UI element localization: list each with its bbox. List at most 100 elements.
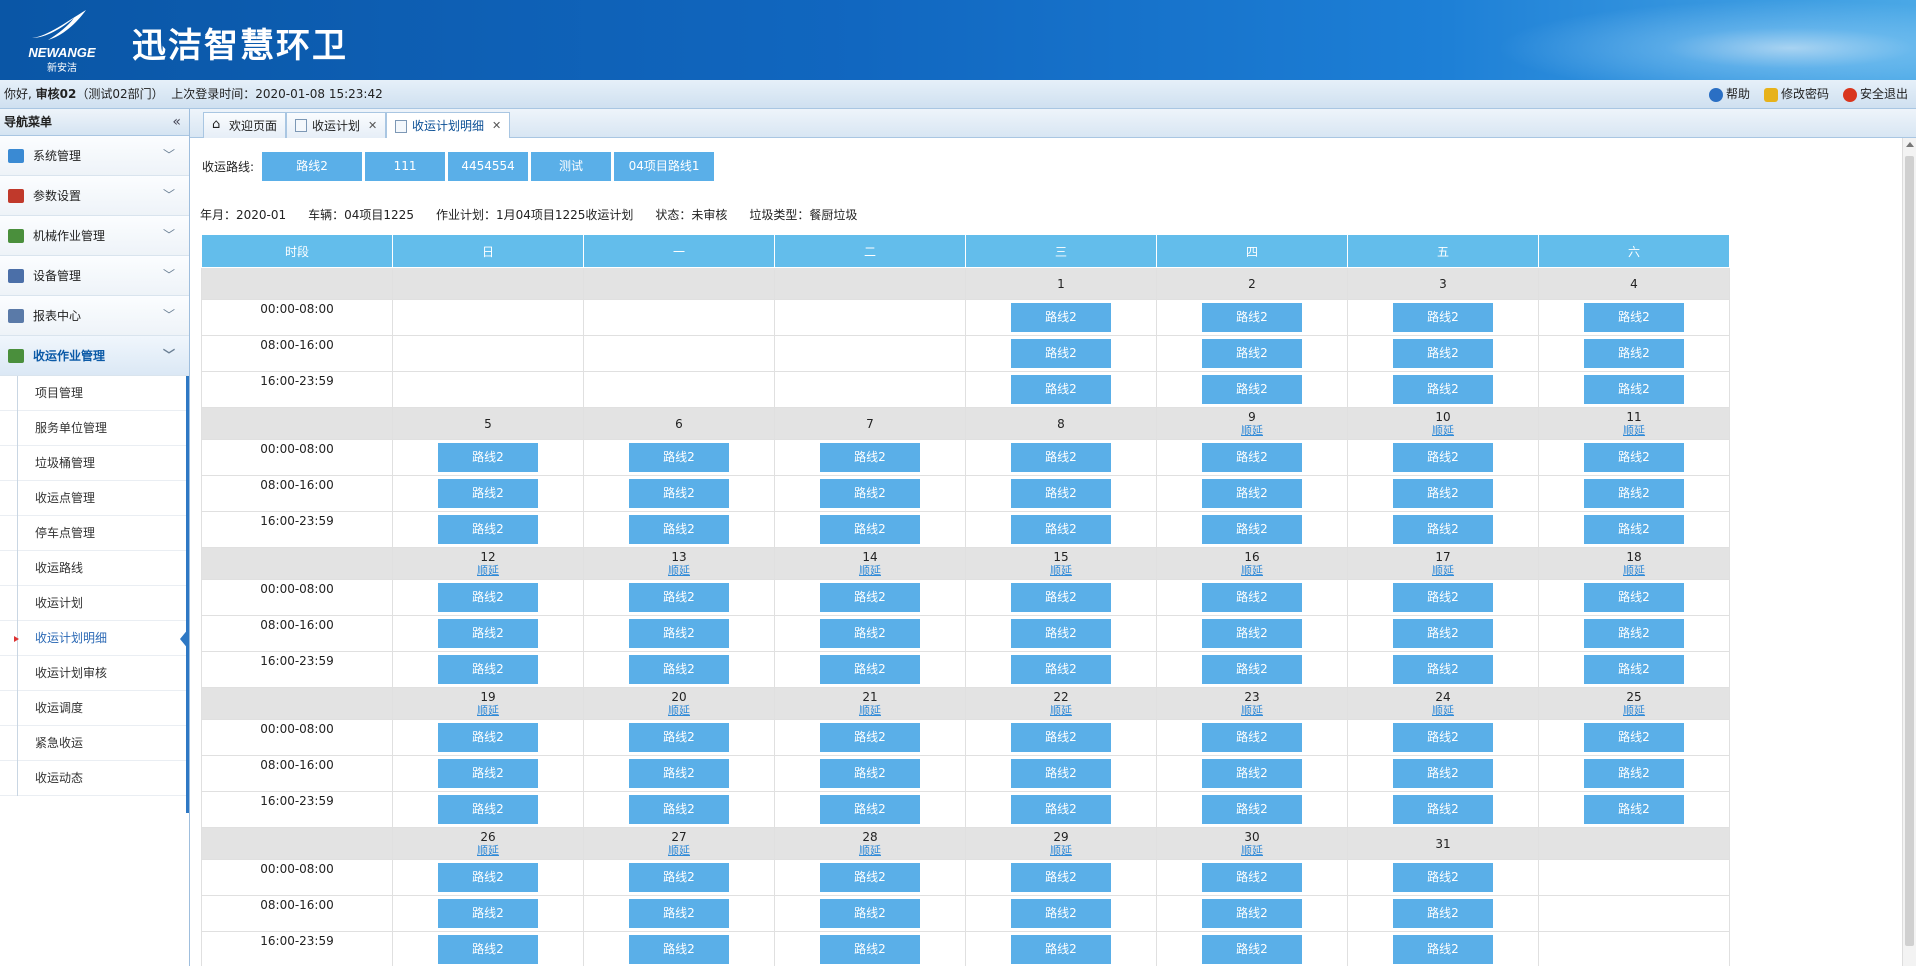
route-button[interactable]: 测试 [531, 152, 612, 181]
route-assignment-button[interactable]: 路线2 [1584, 655, 1684, 684]
route-assignment-button[interactable]: 路线2 [820, 759, 920, 788]
route-assignment-button[interactable]: 路线2 [438, 515, 538, 544]
postpone-link[interactable]: 顺延 [1539, 564, 1729, 578]
route-assignment-button[interactable]: 路线2 [438, 723, 538, 752]
route-assignment-button[interactable]: 路线2 [1584, 795, 1684, 824]
submenu-item[interactable]: 服务单位管理 [0, 411, 186, 446]
submenu-item[interactable]: 收运计划审核 [0, 656, 186, 691]
route-assignment-button[interactable]: 路线2 [438, 759, 538, 788]
submenu-item[interactable]: 停车点管理 [0, 516, 186, 551]
route-assignment-button[interactable]: 路线2 [629, 795, 729, 824]
menu-group-3[interactable]: 机械作业管理 ﹀ [0, 216, 189, 256]
route-assignment-button[interactable]: 路线2 [629, 759, 729, 788]
postpone-link[interactable]: 顺延 [1157, 844, 1347, 858]
submenu-item[interactable]: 收运动态 [0, 761, 186, 796]
route-assignment-button[interactable]: 路线2 [1393, 759, 1493, 788]
route-assignment-button[interactable]: 路线2 [438, 479, 538, 508]
route-assignment-button[interactable]: 路线2 [1584, 515, 1684, 544]
route-assignment-button[interactable]: 路线2 [1202, 863, 1302, 892]
menu-group-1[interactable]: 系统管理 ﹀ [0, 136, 189, 176]
route-assignment-button[interactable]: 路线2 [1202, 935, 1302, 964]
postpone-link[interactable]: 顺延 [584, 844, 774, 858]
route-assignment-button[interactable]: 路线2 [1202, 655, 1302, 684]
route-assignment-button[interactable]: 路线2 [1202, 795, 1302, 824]
route-assignment-button[interactable]: 路线2 [1584, 759, 1684, 788]
postpone-link[interactable]: 顺延 [584, 564, 774, 578]
menu-group-5[interactable]: 报表中心 ﹀ [0, 296, 189, 336]
route-assignment-button[interactable]: 路线2 [1011, 863, 1111, 892]
route-assignment-button[interactable]: 路线2 [1011, 619, 1111, 648]
route-assignment-button[interactable]: 路线2 [1393, 583, 1493, 612]
route-assignment-button[interactable]: 路线2 [629, 515, 729, 544]
route-assignment-button[interactable]: 路线2 [629, 583, 729, 612]
route-assignment-button[interactable]: 路线2 [1202, 515, 1302, 544]
route-assignment-button[interactable]: 路线2 [820, 723, 920, 752]
route-assignment-button[interactable]: 路线2 [1393, 795, 1493, 824]
route-assignment-button[interactable]: 路线2 [820, 935, 920, 964]
route-assignment-button[interactable]: 路线2 [1393, 899, 1493, 928]
route-assignment-button[interactable]: 路线2 [1584, 339, 1684, 368]
route-assignment-button[interactable]: 路线2 [629, 479, 729, 508]
postpone-link[interactable]: 顺延 [966, 844, 1156, 858]
route-assignment-button[interactable]: 路线2 [820, 655, 920, 684]
route-assignment-button[interactable]: 路线2 [820, 479, 920, 508]
postpone-link[interactable]: 顺延 [584, 704, 774, 718]
postpone-link[interactable]: 顺延 [393, 704, 583, 718]
route-assignment-button[interactable]: 路线2 [438, 583, 538, 612]
postpone-link[interactable]: 顺延 [775, 844, 965, 858]
route-assignment-button[interactable]: 路线2 [1202, 759, 1302, 788]
route-assignment-button[interactable]: 路线2 [1584, 303, 1684, 332]
postpone-link[interactable]: 顺延 [393, 844, 583, 858]
route-assignment-button[interactable]: 路线2 [1011, 795, 1111, 824]
route-assignment-button[interactable]: 路线2 [438, 619, 538, 648]
route-assignment-button[interactable]: 路线2 [1202, 479, 1302, 508]
route-assignment-button[interactable]: 路线2 [1202, 443, 1302, 472]
route-assignment-button[interactable]: 路线2 [1011, 375, 1111, 404]
route-assignment-button[interactable]: 路线2 [629, 723, 729, 752]
tab-plan-detail[interactable]: 收运计划明细 ✕ [386, 112, 511, 139]
route-assignment-button[interactable]: 路线2 [1584, 723, 1684, 752]
route-assignment-button[interactable]: 路线2 [629, 655, 729, 684]
route-assignment-button[interactable]: 路线2 [1202, 899, 1302, 928]
submenu-item[interactable]: 收运计划 [0, 586, 186, 621]
route-assignment-button[interactable]: 路线2 [1202, 723, 1302, 752]
route-assignment-button[interactable]: 路线2 [1393, 375, 1493, 404]
route-assignment-button[interactable]: 路线2 [1011, 899, 1111, 928]
route-assignment-button[interactable]: 路线2 [438, 899, 538, 928]
route-assignment-button[interactable]: 路线2 [820, 795, 920, 824]
route-assignment-button[interactable]: 路线2 [1011, 723, 1111, 752]
route-assignment-button[interactable]: 路线2 [1202, 619, 1302, 648]
route-assignment-button[interactable]: 路线2 [1011, 443, 1111, 472]
route-assignment-button[interactable]: 路线2 [1011, 759, 1111, 788]
route-assignment-button[interactable]: 路线2 [1393, 619, 1493, 648]
menu-group-4[interactable]: 设备管理 ﹀ [0, 256, 189, 296]
route-button[interactable]: 路线2 [262, 152, 363, 181]
route-assignment-button[interactable]: 路线2 [1393, 723, 1493, 752]
route-assignment-button[interactable]: 路线2 [438, 443, 538, 472]
postpone-link[interactable]: 顺延 [1348, 704, 1538, 718]
route-assignment-button[interactable]: 路线2 [820, 443, 920, 472]
help-button[interactable]: 帮助 [1708, 80, 1750, 109]
postpone-link[interactable]: 顺延 [1157, 424, 1347, 438]
submenu-item[interactable]: 项目管理 [0, 376, 186, 411]
logout-button[interactable]: 安全退出 [1842, 80, 1908, 109]
menu-group-6[interactable]: 收运作业管理 ﹀ [0, 336, 189, 376]
route-assignment-button[interactable]: 路线2 [629, 443, 729, 472]
route-assignment-button[interactable]: 路线2 [1393, 655, 1493, 684]
submenu-item[interactable]: 收运调度 [0, 691, 186, 726]
postpone-link[interactable]: 顺延 [775, 704, 965, 718]
route-assignment-button[interactable]: 路线2 [820, 863, 920, 892]
postpone-link[interactable]: 顺延 [966, 564, 1156, 578]
route-assignment-button[interactable]: 路线2 [1393, 515, 1493, 544]
route-assignment-button[interactable]: 路线2 [1011, 655, 1111, 684]
scroll-up-icon[interactable] [1906, 142, 1914, 147]
route-assignment-button[interactable]: 路线2 [438, 935, 538, 964]
route-assignment-button[interactable]: 路线2 [1011, 479, 1111, 508]
submenu-item[interactable]: 垃圾桶管理 [0, 446, 186, 481]
route-assignment-button[interactable]: 路线2 [629, 863, 729, 892]
route-assignment-button[interactable]: 路线2 [1393, 339, 1493, 368]
change-password-button[interactable]: 修改密码 [1763, 80, 1829, 109]
route-assignment-button[interactable]: 路线2 [1584, 583, 1684, 612]
route-assignment-button[interactable]: 路线2 [1584, 443, 1684, 472]
tab-welcome[interactable]: ⌂ 欢迎页面 [203, 112, 287, 138]
